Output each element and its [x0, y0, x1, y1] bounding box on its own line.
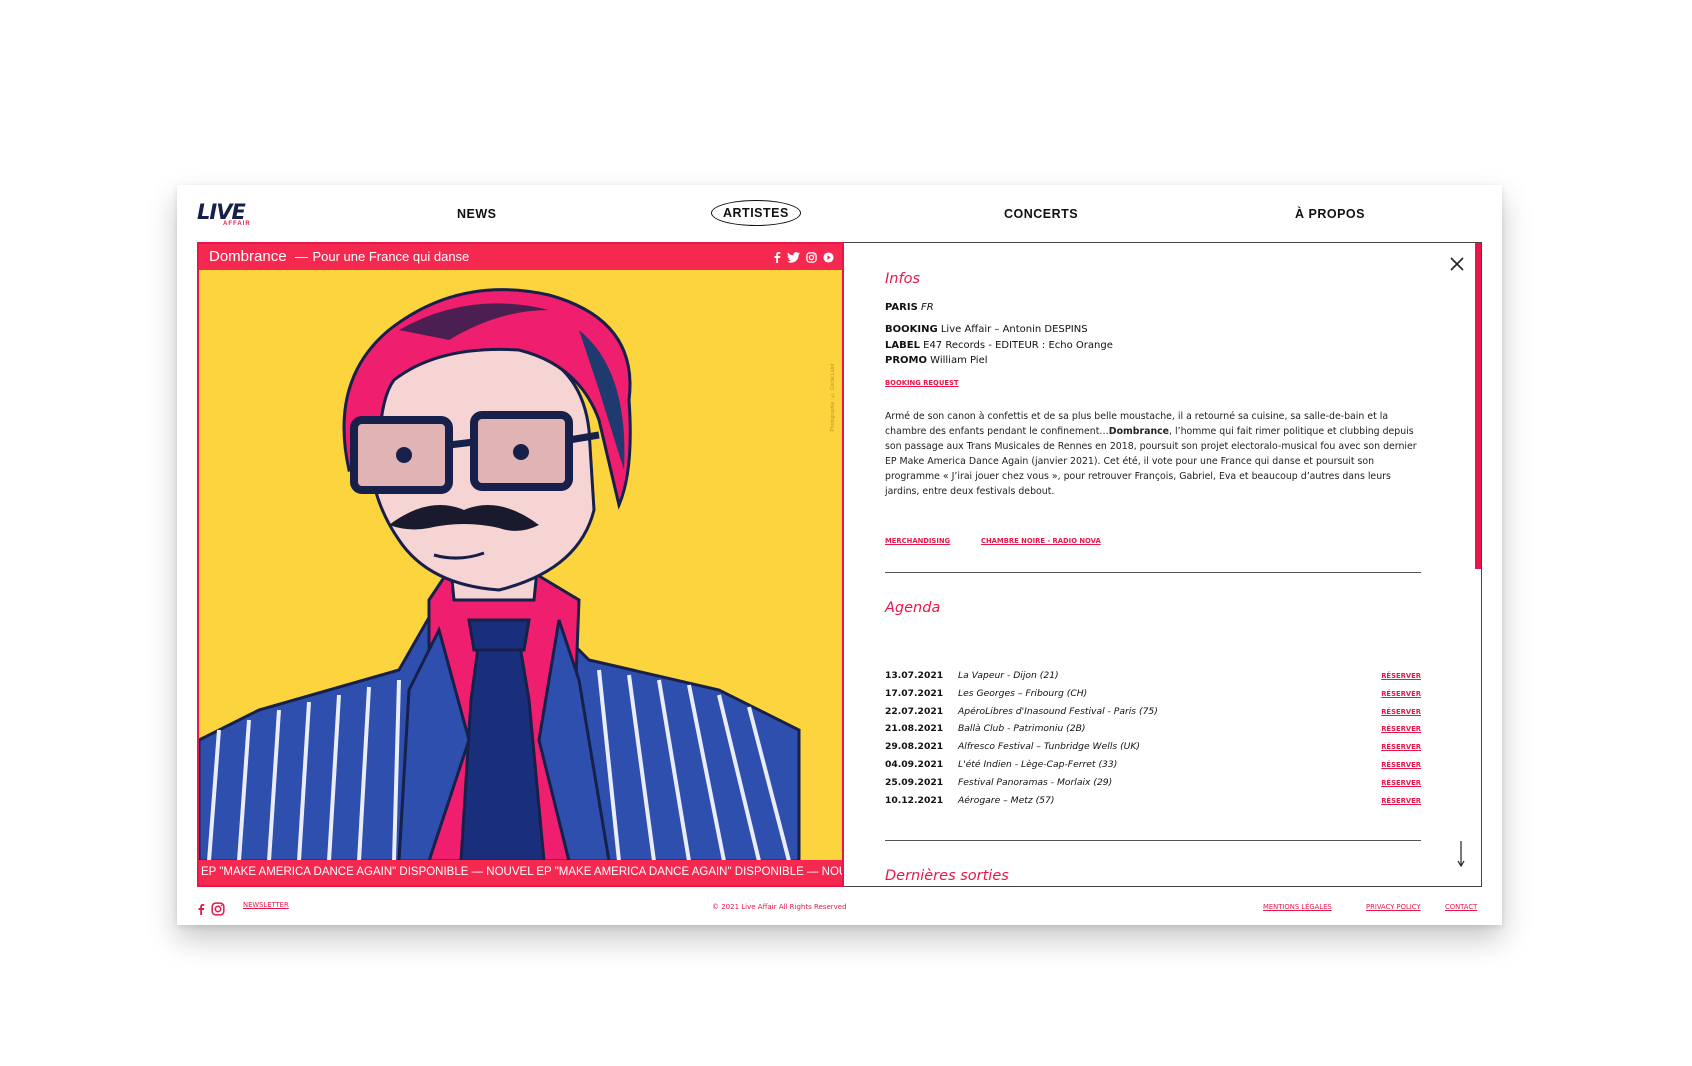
- booking-label: BOOKING: [885, 324, 938, 335]
- agenda-heading: Agenda: [885, 600, 941, 616]
- scroll-down-arrow-icon[interactable]: [1457, 841, 1465, 867]
- booking-value: Live Affair – Antonin DESPINS: [940, 324, 1088, 335]
- radio-nova-link[interactable]: CHAMBRE NOIRE - RADIO NOVA: [981, 537, 1101, 545]
- event-venue: Alfresco Festival – Tunbridge Wells (UK): [958, 741, 1141, 753]
- twitter-icon[interactable]: [787, 251, 800, 263]
- artist-info-panel[interactable]: Infos PARIS FR BOOKING Live Affair – Ant…: [844, 242, 1482, 887]
- nav-about[interactable]: À PROPOS: [1295, 207, 1365, 221]
- event-date: 29.08.2021: [885, 741, 944, 753]
- event-date: 17.07.2021: [885, 687, 944, 699]
- reserve-link[interactable]: RÉSERVER: [1381, 690, 1421, 698]
- legal-notice-link[interactable]: MENTIONS LÉGALES: [1263, 903, 1332, 911]
- promo-label: PROMO: [885, 355, 927, 366]
- event-date: 04.09.2021: [885, 758, 944, 770]
- instagram-icon[interactable]: [211, 902, 225, 916]
- section-divider: [885, 572, 1421, 573]
- event-venue: L'été Indien - Lège-Cap-Ferret (33): [958, 758, 1118, 770]
- agenda-row: 04.09.2021 L'été Indien - Lège-Cap-Ferret…: [885, 759, 1421, 777]
- title-separator: —: [295, 249, 308, 264]
- reserve-link[interactable]: RÉSERVER: [1381, 743, 1421, 751]
- photo-credit: Photographie : © Cécile Lalot: [830, 364, 836, 432]
- booking-line: BOOKING Live Affair – Antonin DESPINS: [885, 322, 1113, 338]
- reserve-link[interactable]: RÉSERVER: [1381, 797, 1421, 805]
- section-divider: [885, 840, 1421, 841]
- artist-credits: BOOKING Live Affair – Antonin DESPINS LA…: [885, 322, 1113, 369]
- event-venue: Ballà Club - Patrimoniu (2B): [958, 723, 1086, 735]
- agenda-list: 13.07.2021 La Vapeur - Dijon (21) RÉSERVER…: [885, 670, 1421, 812]
- event-venue: ApéroLibres d'Inasound Festival - Paris …: [958, 705, 1158, 717]
- event-venue: Aérogare – Metz (57): [958, 794, 1055, 806]
- promo-value: William Piel: [930, 355, 988, 366]
- footer: NEWSLETTER © 2021 Live Affair All Rights…: [197, 899, 1482, 919]
- news-ticker: EP "MAKE AMERICA DANCE AGAIN" DISPONIBLE…: [199, 860, 842, 885]
- nav-artists[interactable]: ARTISTES: [711, 200, 801, 226]
- agenda-row: 22.07.2021 ApéroLibres d'Inasound Festiva…: [885, 706, 1421, 724]
- close-icon[interactable]: [1449, 256, 1465, 272]
- play-icon[interactable]: [823, 251, 834, 263]
- reserve-link[interactable]: RÉSERVER: [1381, 779, 1421, 787]
- event-date: 21.08.2021: [885, 723, 944, 735]
- event-date: 22.07.2021: [885, 705, 944, 717]
- label-line: LABEL E47 Records - EDITEUR : Echo Orang…: [885, 338, 1113, 354]
- event-date: 10.12.2021: [885, 794, 944, 806]
- promo-line: PROMO William Piel: [885, 353, 1113, 369]
- label-label: LABEL: [885, 339, 920, 351]
- logo-subtitle: AFFAIR: [223, 221, 251, 227]
- artist-bio: Armé de son canon à confettis et de sa p…: [885, 409, 1421, 499]
- event-venue: Festival Panoramas - Morlaix (29): [958, 776, 1113, 788]
- artist-name: Dombrance: [209, 248, 287, 265]
- location-country: FR: [920, 302, 934, 313]
- latest-releases-heading: Dernières sorties: [885, 868, 1009, 884]
- privacy-policy-link[interactable]: PRIVACY POLICY: [1366, 903, 1421, 911]
- agenda-row: 17.07.2021 Les Georges – Fribourg (CH) RÉS…: [885, 688, 1421, 706]
- event-date: 13.07.2021: [885, 670, 944, 681]
- agenda-row: 21.08.2021 Ballà Club - Patrimoniu (2B) RÉ…: [885, 723, 1421, 741]
- nav-concerts[interactable]: CONCERTS: [1004, 207, 1078, 221]
- nav-news[interactable]: NEWS: [457, 207, 497, 221]
- reserve-link[interactable]: RÉSERVER: [1381, 672, 1421, 680]
- page-card: LIVE AFFAIR NEWS ARTISTES CONCERTS À PRO…: [177, 185, 1502, 925]
- artist-portrait-illustration: [199, 270, 842, 861]
- event-venue: Les Georges – Fribourg (CH): [958, 687, 1088, 699]
- merchandising-link[interactable]: MERCHANDISING: [885, 537, 950, 545]
- scrollbar-thumb[interactable]: [1475, 243, 1481, 569]
- facebook-icon[interactable]: [197, 902, 205, 916]
- bio-artist-name: Dombrance: [1108, 426, 1170, 437]
- reserve-link[interactable]: RÉSERVER: [1381, 761, 1421, 769]
- infos-heading: Infos: [885, 271, 920, 287]
- event-date: 25.09.2021: [885, 776, 944, 788]
- label-value: E47 Records - EDITEUR : Echo Orange: [923, 339, 1113, 351]
- artist-tagline: Pour une France qui danse: [312, 249, 470, 264]
- agenda-row: 25.09.2021 Festival Panoramas - Morlaix (…: [885, 777, 1421, 795]
- location-city: PARIS: [885, 302, 918, 313]
- agenda-row: 29.08.2021 Alfresco Festival – Tunbridge …: [885, 741, 1421, 759]
- agenda-row: 10.12.2021 Aérogare – Metz (57) RÉSERVER: [885, 795, 1421, 813]
- agenda-row: 13.07.2021 La Vapeur - Dijon (21) RÉSERVER: [885, 670, 1421, 688]
- booking-request-link[interactable]: BOOKING REQUEST: [885, 379, 959, 387]
- logo-wordmark: LIVE: [197, 200, 246, 224]
- instagram-icon[interactable]: [806, 251, 817, 263]
- facebook-icon[interactable]: [773, 251, 781, 263]
- copyright: © 2021 Live Affair All Rights Reserved: [712, 903, 847, 911]
- artist-title-bar: Dombrance — Pour une France qui danse: [199, 244, 842, 270]
- artist-panel: Dombrance — Pour une France qui danse Ph…: [197, 242, 844, 887]
- artist-location: PARIS FR: [885, 300, 934, 316]
- live-affair-logo[interactable]: LIVE AFFAIR: [197, 201, 257, 231]
- reserve-link[interactable]: RÉSERVER: [1381, 725, 1421, 733]
- artist-social-links: [773, 244, 834, 270]
- reserve-link[interactable]: RÉSERVER: [1381, 708, 1421, 716]
- event-venue: La Vapeur - Dijon (21): [958, 670, 1059, 681]
- contact-link[interactable]: CONTACT: [1445, 903, 1477, 911]
- newsletter-link[interactable]: NEWSLETTER: [243, 901, 289, 909]
